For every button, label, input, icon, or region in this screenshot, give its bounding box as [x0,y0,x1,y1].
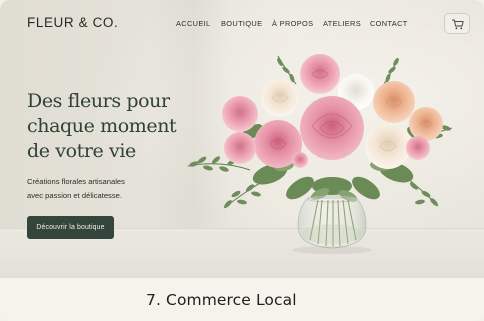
nav-item-a-propos[interactable]: À PROPOS [272,19,313,28]
subtext-line: Créations florales artisanales [27,177,125,186]
slide-caption: 7. Commerce Local [146,291,297,309]
cart-icon [452,19,464,30]
page-frame: FLEUR & CO. ACCUEIL BOUTIQUE À PROPOS AT… [0,0,484,321]
top-navigation: FLEUR & CO. ACCUEIL BOUTIQUE À PROPOS AT… [0,0,484,46]
nav-item-boutique[interactable]: BOUTIQUE [221,19,262,28]
subtext-line: avec passion et délicatesse. [27,190,122,200]
hero-subtext: Créations florales artisanales avec pass… [27,175,197,202]
nav-item-contact[interactable]: CONTACT [370,19,408,28]
brand-logo[interactable]: FLEUR & CO. [27,15,118,30]
nav-item-ateliers[interactable]: ATELIERS [323,19,361,28]
discover-shop-button[interactable]: Découvrir la boutique [27,216,114,239]
bouquet-image [187,54,453,254]
hero-section: FLEUR & CO. ACCUEIL BOUTIQUE À PROPOS AT… [0,0,484,278]
cart-button[interactable] [444,13,470,34]
nav-item-accueil[interactable]: ACCUEIL [176,19,211,28]
